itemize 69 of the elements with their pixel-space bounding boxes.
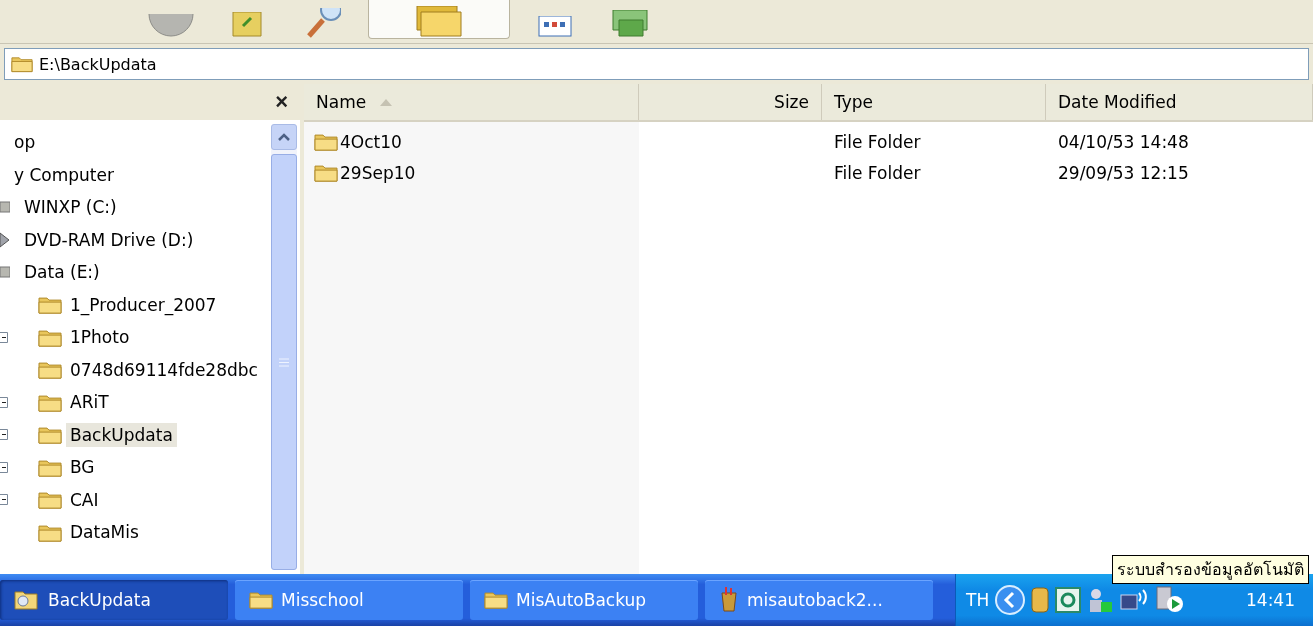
expand-icon[interactable]: [0, 461, 8, 473]
file-type: File Folder: [833, 162, 922, 183]
column-header[interactable]: Type: [822, 84, 1046, 120]
media-play-icon[interactable]: [1155, 586, 1186, 614]
taskbar-button[interactable]: MisAutoBackup: [470, 580, 698, 620]
file-type: File Folder: [833, 131, 922, 152]
database-icon[interactable]: [1031, 586, 1050, 614]
folder-icon: [249, 590, 273, 610]
tree-item[interactable]: 1Photo: [66, 325, 134, 350]
taskbar-button[interactable]: misautoback2...: [705, 580, 933, 620]
chevron-left-icon[interactable]: [995, 585, 1026, 615]
file-date: 29/09/53 12:15: [1057, 162, 1190, 183]
taskbar-button[interactable]: Misschool: [235, 580, 463, 620]
folder-icon: [38, 457, 62, 477]
expand-icon[interactable]: [0, 494, 8, 506]
file-date: 04/10/53 14:48: [1057, 131, 1190, 152]
folder-icon: [38, 490, 62, 510]
expand-icon[interactable]: [0, 429, 8, 441]
drive-icon: [0, 265, 10, 280]
tree-item[interactable]: DVD-RAM Drive (D:): [20, 227, 198, 252]
scroll-up-icon[interactable]: [278, 133, 290, 141]
column-header[interactable]: Size: [639, 84, 822, 120]
close-button[interactable]: ×: [275, 89, 288, 115]
clock[interactable]: 14:41: [1246, 590, 1295, 610]
folder-icon: [11, 55, 33, 73]
tree-item[interactable]: WINXP (C:): [20, 195, 121, 220]
tree-item[interactable]: DataMis: [66, 520, 143, 545]
toolbar-button[interactable]: [368, 0, 510, 39]
expand-icon[interactable]: [0, 396, 8, 408]
address-text: E:\BackUpdata: [39, 54, 157, 74]
taskbar-button[interactable]: BackUpdata: [0, 580, 228, 620]
expand-icon[interactable]: [0, 331, 8, 343]
views-icon: [538, 16, 572, 38]
column-header[interactable]: Date Modified: [1046, 84, 1313, 120]
folder-icon: [38, 522, 62, 542]
folder-icon: [38, 327, 62, 347]
user-icon[interactable]: [1087, 587, 1114, 613]
sync-icon: [611, 10, 651, 38]
folder-icon: [484, 590, 508, 610]
column-header[interactable]: Name: [304, 84, 639, 120]
folder-icon: [314, 162, 338, 183]
tree-item[interactable]: 1_Producer_2007: [66, 292, 221, 317]
grip-icon: [279, 357, 289, 367]
folder-icon: [314, 131, 338, 152]
tree-item[interactable]: BG: [66, 455, 99, 480]
file-name[interactable]: 4Oct10: [340, 131, 402, 152]
file-name[interactable]: 29Sep10: [340, 162, 416, 183]
folders-icon: [415, 6, 463, 38]
language-indicator[interactable]: TH: [966, 590, 990, 610]
tree-item[interactable]: Data (E:): [20, 260, 104, 285]
tree-item[interactable]: CAI: [66, 487, 103, 512]
folder-icon: [38, 295, 62, 315]
folder-icon: [38, 360, 62, 380]
folder-icon: [38, 425, 62, 445]
tree-item[interactable]: op: [10, 130, 40, 155]
address-field[interactable]: E:\BackUpdata: [4, 48, 1309, 80]
disc-drive-icon: [0, 230, 10, 249]
tooltip: ระบบสำรองข้อมูลอัตโนมัติ: [1112, 555, 1309, 584]
folder-icon: [38, 392, 62, 412]
app-tray-icon[interactable]: [1055, 587, 1082, 613]
tree-item[interactable]: BackUpdata: [66, 422, 177, 447]
folder-search-icon: [14, 589, 40, 611]
cup-icon: [719, 587, 739, 613]
drive-icon: [0, 200, 10, 215]
tree-item[interactable]: 0748d69114fde28dbc: [66, 357, 262, 382]
tree-item[interactable]: y Computer: [10, 162, 118, 187]
tree-item[interactable]: ARiT: [66, 390, 113, 415]
network-icon[interactable]: [1119, 587, 1150, 613]
search-icon: [305, 8, 341, 38]
